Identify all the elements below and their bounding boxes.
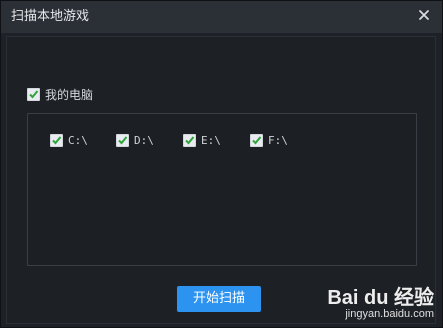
drive-list-panel: C:\ D:\ E:\ F:\ [27, 113, 417, 266]
watermark-url: jingyan.baidu.com [345, 308, 434, 320]
checkmark-icon [252, 136, 262, 145]
checkmark-icon [118, 136, 128, 145]
drive-c-checkbox[interactable] [50, 134, 63, 147]
checkmark-icon [185, 136, 195, 145]
watermark-brand: Bai du 经验 [327, 287, 434, 309]
drive-f-label: F:\ [268, 134, 288, 147]
drive-f-checkbox[interactable] [250, 134, 263, 147]
drive-d-checkbox[interactable] [116, 134, 129, 147]
drive-d-label: D:\ [134, 134, 154, 147]
my-computer-checkbox[interactable] [27, 88, 40, 101]
dialog-content: 我的电脑 C:\ D:\ E:\ F:\ 开始扫描 [6, 36, 436, 324]
checkmark-icon [52, 136, 62, 145]
dialog-title: 扫描本地游戏 [11, 9, 90, 24]
drive-c-label: C:\ [68, 134, 88, 147]
title-bar: 扫描本地游戏 [1, 1, 442, 33]
start-scan-button[interactable]: 开始扫描 [177, 286, 261, 312]
checkmark-icon [29, 90, 39, 99]
drive-e-checkbox[interactable] [183, 134, 196, 147]
drive-e-label: E:\ [201, 134, 221, 147]
close-icon[interactable] [416, 7, 432, 23]
my-computer-label: 我的电脑 [45, 88, 94, 102]
baidu-jingyan-watermark: Bai du 经验 jingyan.baidu.com [327, 288, 434, 321]
scan-local-games-dialog: 扫描本地游戏 我的电脑 C:\ D:\ E:\ F:\ 开始扫描 Bai du … [0, 0, 443, 328]
